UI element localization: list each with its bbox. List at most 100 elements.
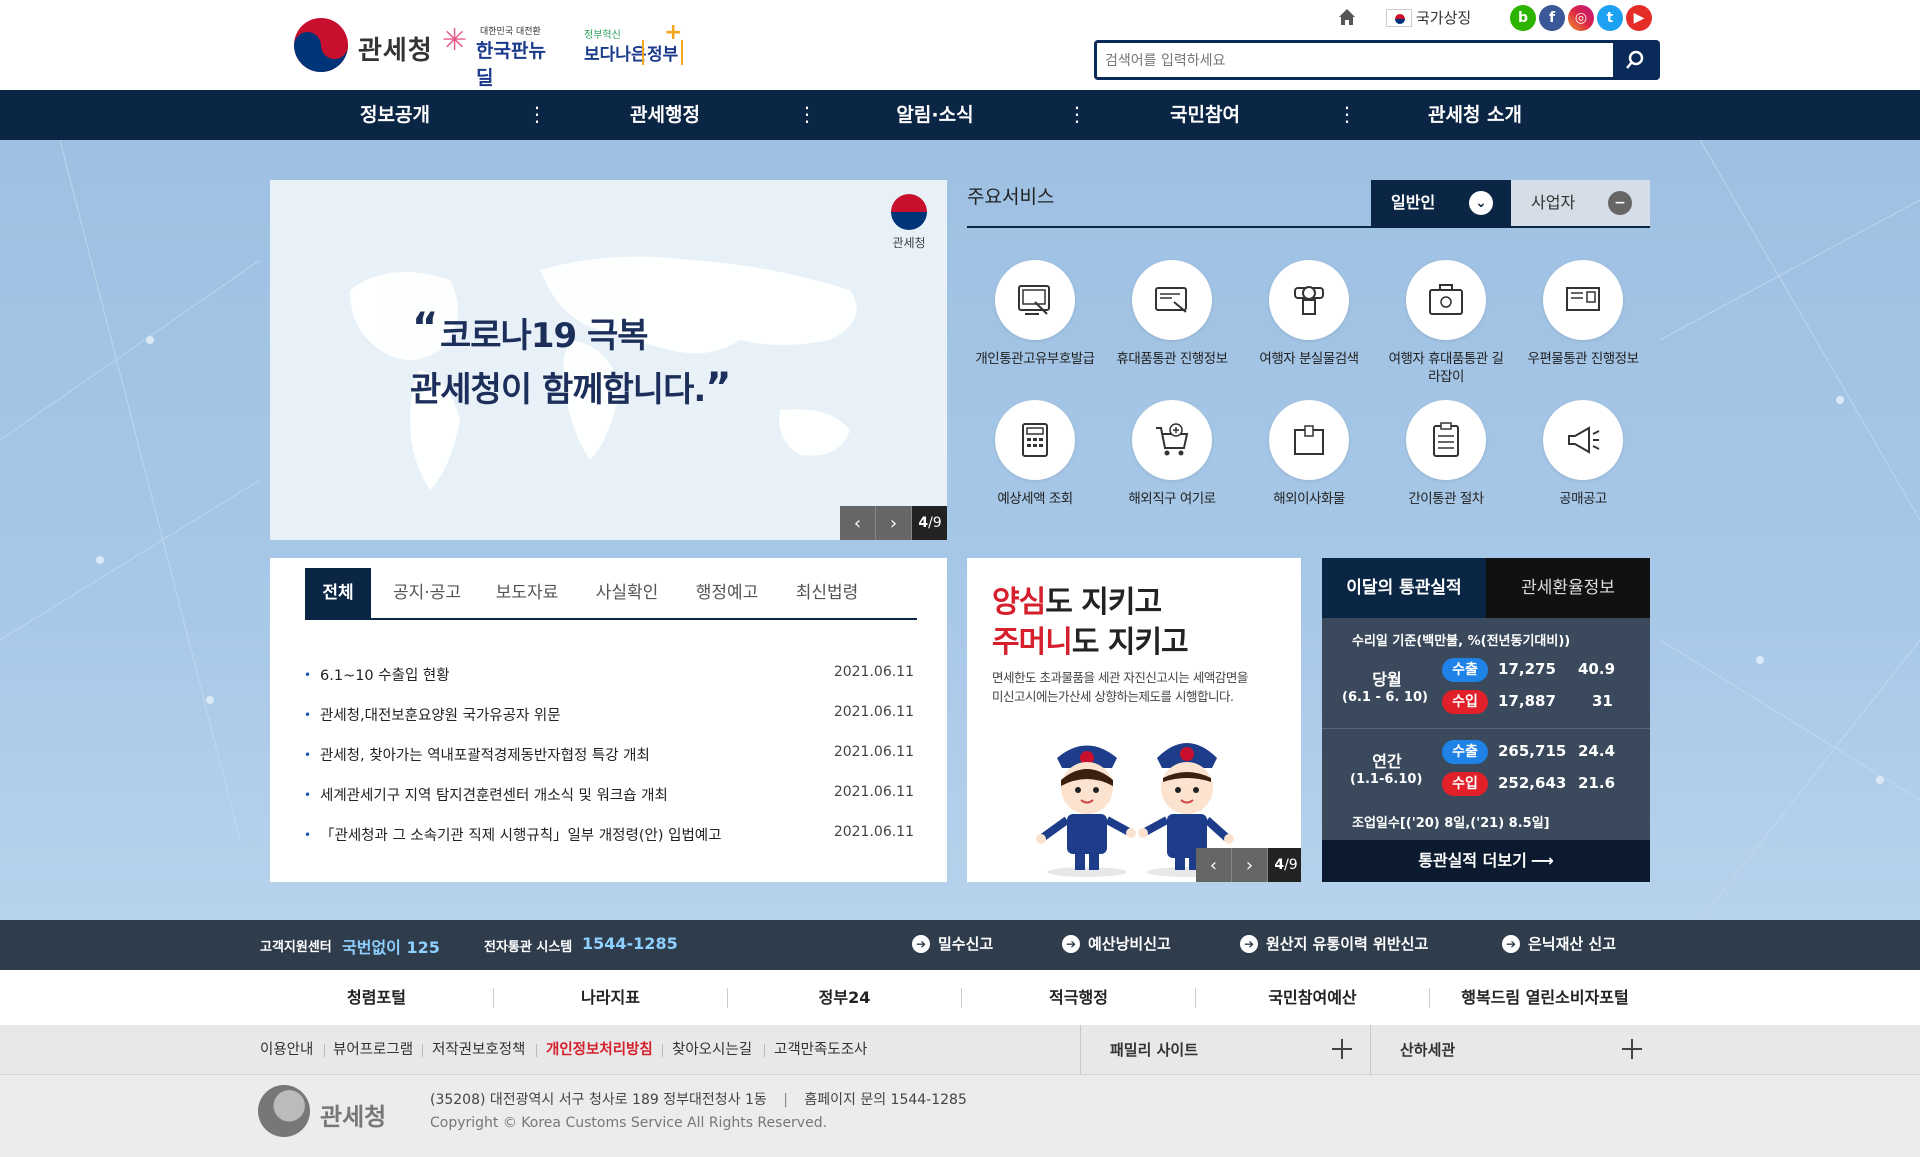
year-export-pct: 24.4 — [1578, 742, 1616, 760]
chevron-down-icon: ⌄ — [1469, 191, 1493, 215]
tab-exchange-rate[interactable]: 관세환율정보 — [1486, 558, 1650, 618]
policy-viewer-programs[interactable]: 뷰어프로그램 — [333, 1025, 413, 1075]
notice-date: 2021.06.11 — [833, 664, 914, 680]
taegeuk-logo-icon — [258, 1085, 310, 1137]
nav-info-disclosure[interactable]: 정보공개 — [345, 90, 445, 140]
month-export-pct: 40.9 — [1578, 660, 1616, 678]
promo-banner[interactable]: 양심도 지키고 주머니도 지키고 면세한도 초과물품을 세관 자진신고시는 세액… — [967, 558, 1301, 882]
report-origin-violation-link[interactable]: ➔ 원산지 유통이력 위반신고 — [1240, 933, 1428, 954]
search-input[interactable] — [1105, 47, 1575, 75]
family-sites-select[interactable]: 패밀리 사이트 — [1110, 1025, 1198, 1075]
youtube-icon[interactable]: ▶ — [1626, 5, 1652, 31]
newdeal-text: 한국판뉴딜 — [476, 40, 546, 89]
service-public-auction[interactable]: 공매공고 — [1523, 400, 1643, 508]
promo-line2-rest: 도 지키고 — [1071, 625, 1189, 660]
search-button[interactable] — [1613, 43, 1657, 77]
report-label: 은닉재산 신고 — [1528, 935, 1617, 953]
search-icon — [1626, 50, 1644, 69]
report-smuggling-link[interactable]: ➔ 밀수신고 — [912, 933, 993, 954]
visual-line1: 코로나19 극복 — [440, 316, 649, 356]
service-label: 공매공고 — [1559, 491, 1607, 507]
instagram-icon[interactable]: ◎ — [1568, 5, 1594, 31]
policy-satisfaction-survey[interactable]: 고객만족도조사 — [774, 1025, 867, 1075]
promo-desc2: 미신고시에는가산세 상향하는제도를 시행합니다. — [992, 689, 1234, 704]
promo-slide-current: 4 — [1274, 857, 1285, 873]
link-consumer-portal[interactable]: 행복드림 열린소비자포털 — [1430, 970, 1660, 1025]
notice-tab-latest-law[interactable]: 최신법령 — [782, 568, 872, 618]
nav-participation[interactable]: 국민참여 — [1155, 90, 1255, 140]
notice-row[interactable]: • 「관세청과 그 소속기관 직제 시행규칙」일부 개정령(안) 입법예고 20… — [304, 822, 914, 852]
visual-slide-controls: ‹ › 4/9 — [840, 506, 947, 540]
policy-separator — [324, 1044, 325, 1057]
promo-line1-rest: 도 지키고 — [1045, 585, 1162, 620]
nav-customs-admin[interactable]: 관세행정 — [615, 90, 715, 140]
nav-separator: ⋮ — [797, 102, 817, 126]
policy-copyright[interactable]: 저작권보호정책 — [432, 1025, 525, 1075]
stats-month-range: (6.1 - 6. 10) — [1342, 690, 1428, 705]
blog-icon[interactable]: b — [1510, 5, 1536, 31]
link-gov24[interactable]: 정부24 — [728, 970, 961, 1025]
promo-next-button[interactable]: › — [1232, 848, 1268, 882]
service-moving-cargo[interactable]: 해외이사화물 — [1249, 400, 1369, 508]
policy-usage-guide[interactable]: 이용안내 — [260, 1025, 313, 1075]
plus-icon[interactable] — [1330, 1037, 1354, 1061]
link-national-index[interactable]: 나라지표 — [494, 970, 727, 1025]
facebook-icon[interactable]: f — [1539, 5, 1565, 31]
home-icon[interactable] — [1336, 6, 1358, 28]
branch-offices-select[interactable]: 산하세관 — [1400, 1025, 1455, 1075]
service-simple-clearance[interactable]: 간이통관 절차 — [1386, 400, 1506, 508]
national-symbol-link[interactable]: 국가상징 — [1386, 7, 1471, 28]
notice-row[interactable]: • 세계관세기구 지역 탐지견훈련센터 개소식 및 워크숍 개최 2021.06… — [304, 782, 914, 812]
promo-prev-button[interactable]: ‹ — [1196, 848, 1232, 882]
notice-tab-factcheck[interactable]: 사실확인 — [582, 568, 672, 618]
service-lost-items[interactable]: 여행자 분실물검색 — [1249, 260, 1369, 368]
nav-separator: ⋮ — [527, 102, 547, 126]
gov-innovation-logo[interactable]: 정부혁신 보다나은 정부 + — [584, 20, 684, 70]
notice-tab-admin-notice[interactable]: 행정예고 — [682, 568, 772, 618]
bullet-icon: • — [304, 668, 312, 682]
service-luggage-progress[interactable]: 휴대품통관 진행정보 — [1112, 260, 1232, 368]
service-label: 예상세액 조회 — [997, 491, 1073, 507]
megaphone-icon — [1568, 426, 1600, 454]
service-personal-customs-code[interactable]: 개인통관고유부호발급 — [975, 260, 1095, 368]
stats-more-button[interactable]: 통관실적 더보기 ⟶ — [1322, 840, 1650, 882]
kcs-logo[interactable]: 관세청 — [294, 18, 434, 72]
service-overseas-purchase[interactable]: 해외직구 여기로 — [1112, 400, 1232, 508]
nav-news[interactable]: 알림·소식 — [885, 90, 985, 140]
service-postal-progress[interactable]: 우편물통관 진행정보 — [1523, 260, 1643, 368]
report-budget-waste-link[interactable]: ➔ 예산낭비신고 — [1062, 933, 1171, 954]
national-symbol-label: 국가상징 — [1416, 9, 1472, 27]
tab-business[interactable]: 사업자 − — [1511, 180, 1650, 226]
main-visual-banner[interactable]: “코로나19 극복 관세청이 함께합니다.” 관세청 ‹ › 4/9 — [270, 180, 947, 540]
prev-slide-button[interactable]: ‹ — [840, 506, 876, 540]
plus-icon: + — [664, 20, 683, 45]
import-badge: 수입 — [1442, 772, 1488, 796]
notice-tab-all[interactable]: 전체 — [305, 568, 371, 618]
next-slide-button[interactable]: › — [876, 506, 912, 540]
report-hidden-assets-link[interactable]: ➔ 은닉재산 신고 — [1502, 933, 1616, 954]
service-traveler-guide[interactable]: 여행자 휴대품통관 길라잡이 — [1386, 260, 1506, 386]
service-label: 우편물통관 진행정보 — [1527, 351, 1639, 367]
tab-general-label: 일반인 — [1391, 193, 1436, 212]
newdeal-logo[interactable]: ✳ 대한민국 대전환 한국판뉴딜 — [442, 22, 562, 90]
twitter-icon[interactable]: t — [1597, 5, 1623, 31]
tab-monthly-stats[interactable]: 이달의 통관실적 — [1322, 558, 1486, 618]
tab-general[interactable]: 일반인 ⌄ — [1371, 180, 1511, 226]
policy-separator — [422, 1044, 423, 1057]
notice-tab-press[interactable]: 보도자료 — [482, 568, 572, 618]
policy-divider — [1080, 1025, 1081, 1075]
notice-tab-announcement[interactable]: 공지·공고 — [382, 568, 472, 618]
nav-about[interactable]: 관세청 소개 — [1410, 90, 1540, 140]
service-label: 여행자 휴대품통관 길라잡이 — [1388, 351, 1504, 385]
policy-directions[interactable]: 찾아오시는길 — [672, 1025, 752, 1075]
service-tax-estimate[interactable]: 예상세액 조회 — [975, 400, 1095, 508]
link-integrity-portal[interactable]: 청렴포털 — [260, 970, 493, 1025]
link-proactive-admin[interactable]: 적극행정 — [962, 970, 1195, 1025]
notice-row[interactable]: • 관세청, 찾아가는 역내포괄적경제동반자협정 특강 개최 2021.06.1… — [304, 742, 914, 772]
link-participatory-budget[interactable]: 국민참여예산 — [1196, 970, 1429, 1025]
policy-privacy[interactable]: 개인정보처리방침 — [546, 1025, 653, 1075]
tab-business-label: 사업자 — [1531, 193, 1576, 212]
notice-row[interactable]: • 6.1~10 수출입 현황 2021.06.11 — [304, 662, 914, 692]
plus-icon[interactable] — [1620, 1037, 1644, 1061]
notice-row[interactable]: • 관세청,대전보훈요양원 국가유공자 위문 2021.06.11 — [304, 702, 914, 732]
